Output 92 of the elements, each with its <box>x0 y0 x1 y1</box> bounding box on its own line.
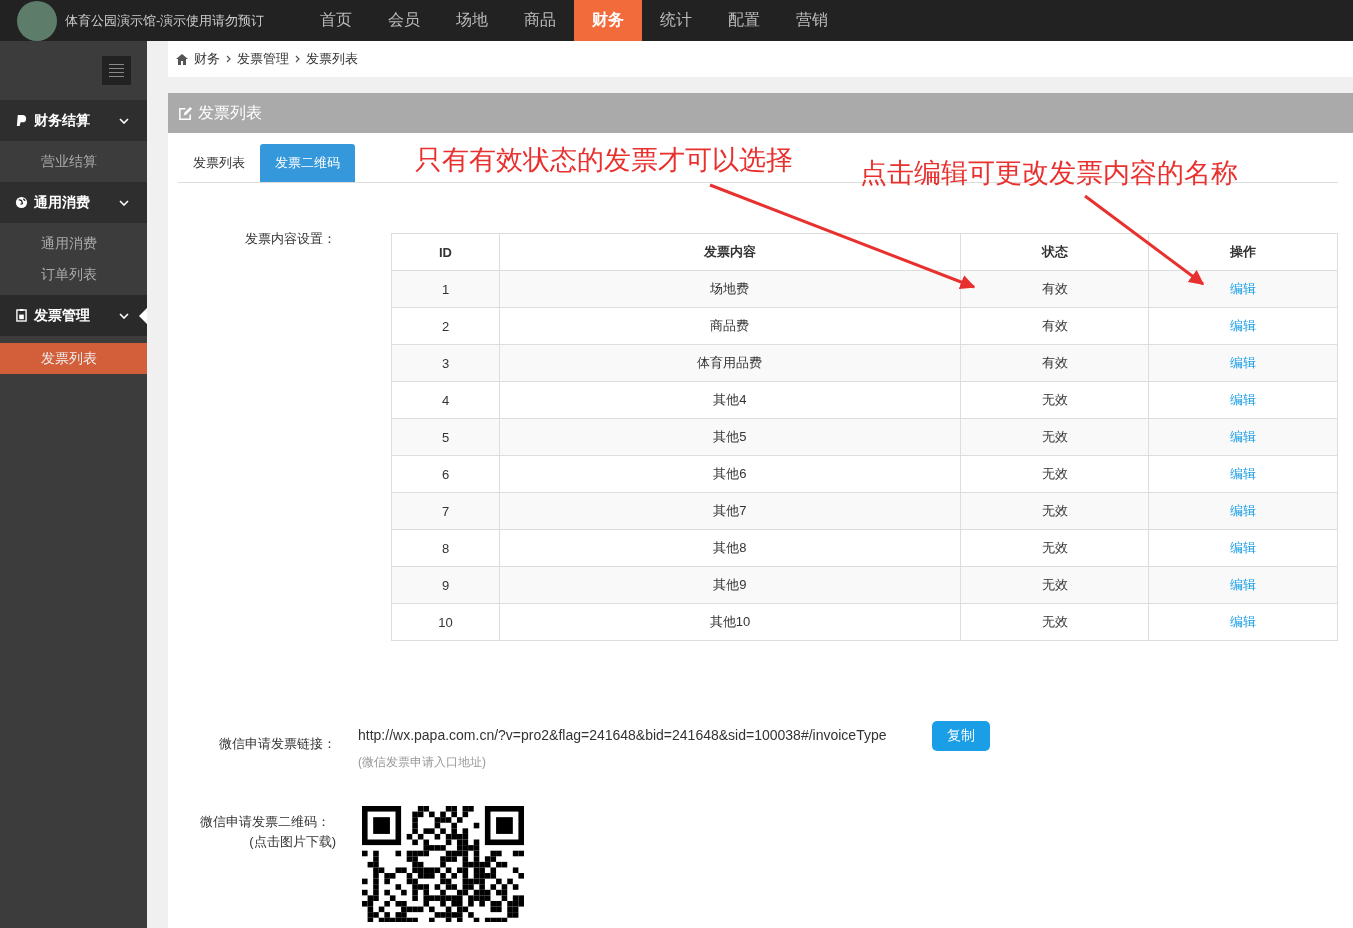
edit-link[interactable]: 编辑 <box>1230 429 1257 444</box>
chevron-icon <box>119 117 129 124</box>
edit-link[interactable]: 编辑 <box>1230 503 1257 518</box>
nav-tab[interactable]: 统计 <box>642 0 710 41</box>
edit-link[interactable]: 编辑 <box>1230 540 1257 555</box>
column-header: 状态 <box>960 233 1149 271</box>
separator-icon <box>226 55 231 63</box>
edit-link[interactable]: 编辑 <box>1230 466 1257 481</box>
sidebar-item[interactable]: 订单列表 <box>0 259 147 290</box>
home-icon <box>176 53 188 65</box>
sidebar-item[interactable]: 发票列表 <box>0 343 147 374</box>
edit-link[interactable]: 编辑 <box>1230 281 1257 296</box>
edit-link[interactable]: 编辑 <box>1230 614 1257 629</box>
tab[interactable]: 发票列表 <box>178 144 260 182</box>
table-cell: 有效 <box>960 270 1149 308</box>
column-header: ID <box>391 233 500 271</box>
tab[interactable]: 发票二维码 <box>260 144 355 182</box>
sidebar-clipboard-icon <box>15 309 28 322</box>
field-label: 发票内容设置： <box>244 230 336 248</box>
qr-code-drawing[interactable] <box>362 806 524 922</box>
table-cell: 无效 <box>960 492 1149 530</box>
sidebar-group-label: 发票管理 <box>34 306 91 325</box>
table-cell: 场地费 <box>499 270 961 308</box>
sidebar-group-label: 财务结算 <box>34 111 91 130</box>
table-cell: 有效 <box>960 307 1149 345</box>
table-cell: 9 <box>391 566 500 604</box>
sidebar-item[interactable]: 通用消费 <box>0 228 147 259</box>
nav-tab[interactable]: 商品 <box>506 0 574 41</box>
table-cell: 1 <box>391 270 500 308</box>
table-cell: 体育用品费 <box>499 344 961 382</box>
nav-tab[interactable]: 场地 <box>438 0 506 41</box>
chevron-icon <box>119 312 129 319</box>
table-cell: 其他5 <box>499 418 961 456</box>
edit-link[interactable]: 编辑 <box>1230 392 1257 407</box>
table-cell: 5 <box>391 418 500 456</box>
sidebar-group-label: 通用消费 <box>34 193 91 212</box>
breadcrumb-link[interactable]: 发票列表 <box>306 50 358 68</box>
site-title: 体育公园演示馆-演示使用请勿预订 <box>65 11 265 30</box>
column-header: 操作 <box>1148 233 1338 271</box>
chevron-icon <box>119 199 129 206</box>
breadcrumb-link[interactable]: 发票管理 <box>237 50 289 68</box>
field-label: 微信申请发票链接： <box>218 735 336 753</box>
logo-photo-placeholder <box>17 0 57 41</box>
table-cell: 无效 <box>960 529 1149 567</box>
panel-title: 发票列表 <box>198 102 262 123</box>
table-cell: 无效 <box>960 455 1149 493</box>
table-cell: 无效 <box>960 566 1149 604</box>
table-cell: 其他9 <box>499 566 961 604</box>
table-cell: 10 <box>391 603 500 641</box>
table-cell: 4 <box>391 381 500 419</box>
table-cell: 3 <box>391 344 500 382</box>
active-pointer-icon <box>139 308 147 324</box>
nav-tab[interactable]: 会员 <box>370 0 438 41</box>
sidebar-p-letter-icon <box>15 114 28 127</box>
nav-tab[interactable]: 营销 <box>778 0 846 41</box>
sidebar-globe-icon <box>15 196 28 209</box>
table-cell: 无效 <box>960 603 1149 641</box>
separator-icon <box>295 55 300 63</box>
table-cell: 其他4 <box>499 381 961 419</box>
table-cell: 其他6 <box>499 455 961 493</box>
annotation-text: 只有有效状态的发票才可以选择 <box>415 143 793 177</box>
link-url: http://wx.papa.com.cn/?v=pro2&flag=241648&bid=241648&sid=100038#/invoiceType <box>358 727 887 743</box>
annotation-text: 点击编辑可更改发票内容的名称 <box>860 156 1238 190</box>
table-cell: 8 <box>391 529 500 567</box>
sidebar-group[interactable]: 财务结算 <box>0 100 147 141</box>
edit-link[interactable]: 编辑 <box>1230 318 1257 333</box>
table-cell: 无效 <box>960 418 1149 456</box>
edit-icon <box>178 105 193 121</box>
nav-tab[interactable]: 首页 <box>302 0 370 41</box>
table-cell: 商品费 <box>499 307 961 345</box>
sidebar-group[interactable]: 通用消费 <box>0 182 147 223</box>
hint-text: (点击图片下载) <box>249 833 336 851</box>
table-cell: 其他8 <box>499 529 961 567</box>
hint-text: (微信发票申请入口地址) <box>358 754 487 771</box>
table-cell: 其他10 <box>499 603 961 641</box>
breadcrumb-link[interactable]: 财务 <box>194 50 220 68</box>
table-cell: 无效 <box>960 381 1149 419</box>
table-cell: 有效 <box>960 344 1149 382</box>
sidebar-group[interactable]: 发票管理 <box>0 295 147 336</box>
edit-link[interactable]: 编辑 <box>1230 577 1257 592</box>
edit-link[interactable]: 编辑 <box>1230 355 1257 370</box>
table-cell: 7 <box>391 492 500 530</box>
column-header: 发票内容 <box>499 233 961 271</box>
nav-tab[interactable]: 财务 <box>574 0 642 41</box>
table-cell: 其他7 <box>499 492 961 530</box>
sidebar-item[interactable]: 营业结算 <box>0 146 147 177</box>
nav-tab[interactable]: 配置 <box>710 0 778 41</box>
copy-button[interactable]: 复制 <box>931 721 990 751</box>
table-cell: 2 <box>391 307 500 345</box>
menu-icon[interactable] <box>102 56 131 85</box>
table-cell: 6 <box>391 455 500 493</box>
field-label: 微信申请发票二维码： <box>200 813 330 831</box>
